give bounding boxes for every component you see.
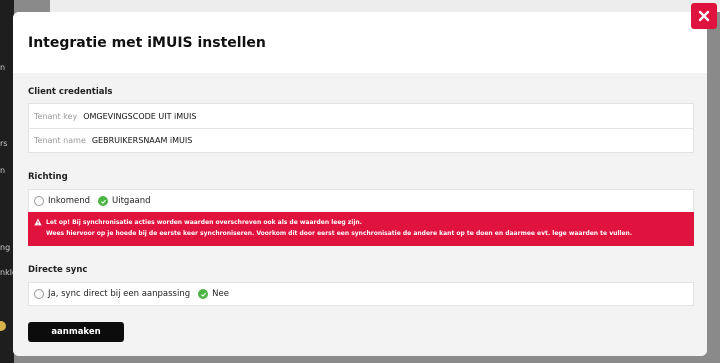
- check-icon[interactable]: [198, 289, 209, 299]
- background-sidebar: n rs n ng nklc: [0, 0, 16, 363]
- sidebar-fragment: n: [0, 63, 6, 72]
- radio-nee-label[interactable]: Nee: [212, 289, 229, 299]
- check-icon[interactable]: [98, 196, 109, 206]
- background-header: [50, 0, 720, 12]
- radio-uitgaand-label[interactable]: Uitgaand: [112, 196, 151, 206]
- sidebar-fragment: ng: [0, 243, 11, 252]
- tenant-name-label: Tenant name: [34, 136, 86, 145]
- aanmaken-button[interactable]: aanmaken: [28, 322, 124, 342]
- warning-line-1: Let op! Bij synchronisatie acties worden…: [46, 219, 362, 226]
- tenant-name-field[interactable]: Tenant name GEBRUIKERSNAAM iMUIS: [29, 128, 693, 152]
- warning-line-2: Wees hiervoor op je hoede bij de eerste …: [46, 230, 633, 237]
- tenant-name-input[interactable]: GEBRUIKERSNAAM iMUIS: [92, 136, 192, 145]
- radio-inkomend-label[interactable]: Inkomend: [48, 196, 90, 206]
- directe-sync-options: Ja, sync direct bij een aanpassing Nee: [28, 282, 694, 306]
- sidebar-fragment: n: [0, 166, 6, 175]
- directe-sync-heading: Directe sync: [28, 265, 88, 275]
- radio-inkomend[interactable]: [34, 196, 44, 206]
- modal-title: Integratie met iMUIS instellen: [28, 34, 266, 51]
- warning-banner: Let op! Bij synchronisatie acties worden…: [28, 212, 694, 246]
- sidebar-fragment: rs: [0, 139, 8, 148]
- credentials-heading: Client credentials: [28, 87, 113, 97]
- radio-ja[interactable]: [34, 289, 44, 299]
- richting-options: Inkomend Uitgaand: [28, 189, 694, 213]
- modal-body: Client credentials Tenant key OMGEVINGSC…: [13, 73, 707, 356]
- richting-heading: Richting: [28, 172, 68, 182]
- radio-ja-label[interactable]: Ja, sync direct bij een aanpassing: [48, 289, 190, 299]
- avatar: [0, 321, 6, 331]
- warning-icon: [34, 218, 42, 226]
- tenant-key-input[interactable]: OMGEVINGSCODE UIT iMUIS: [83, 112, 196, 121]
- tenant-key-field[interactable]: Tenant key OMGEVINGSCODE UIT iMUIS: [29, 104, 693, 128]
- modal-header: Integratie met iMUIS instellen: [13, 12, 707, 73]
- integration-modal: Integratie met iMUIS instellen Client cr…: [13, 12, 707, 356]
- close-button[interactable]: [691, 3, 717, 29]
- close-icon: [698, 10, 710, 22]
- credentials-fields: Tenant key OMGEVINGSCODE UIT iMUIS Tenan…: [28, 103, 694, 153]
- tenant-key-label: Tenant key: [34, 111, 78, 121]
